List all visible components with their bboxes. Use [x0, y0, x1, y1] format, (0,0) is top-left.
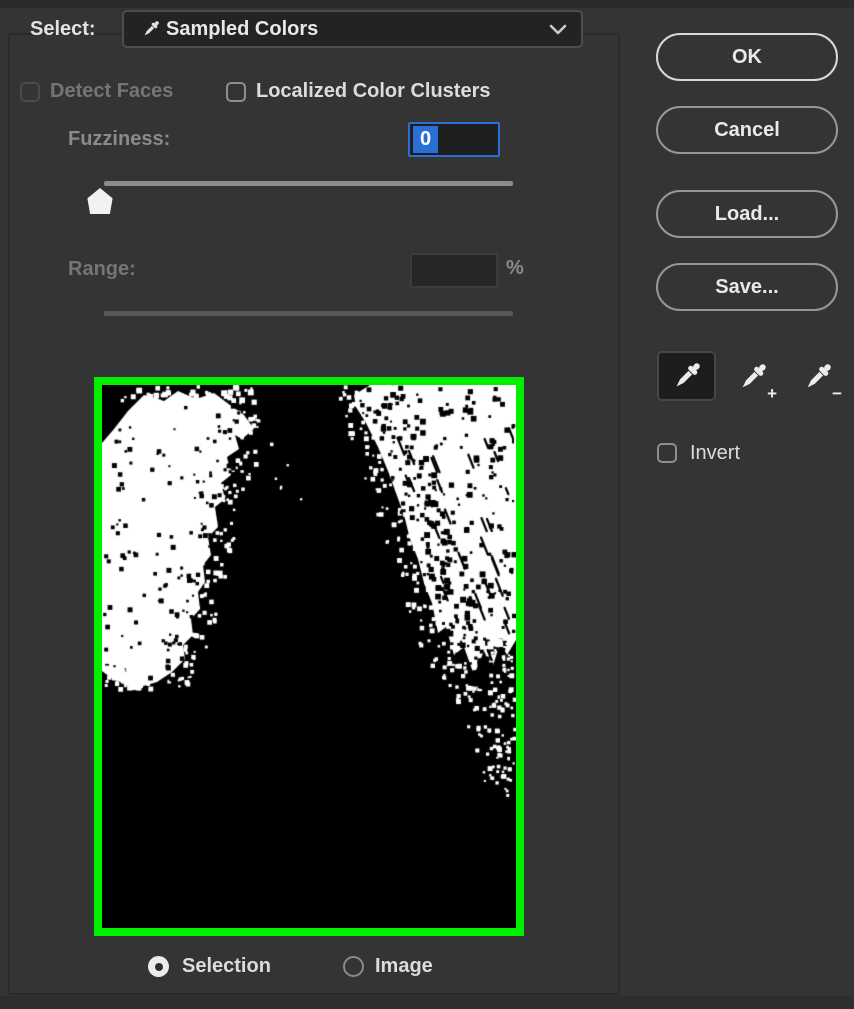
- selection-radio-label: Selection: [182, 955, 271, 977]
- selection-radio[interactable]: [148, 956, 169, 977]
- dialog-top-edge: [0, 0, 854, 8]
- select-dropdown[interactable]: Sampled Colors: [122, 10, 583, 48]
- eyedropper-tool-selected[interactable]: [657, 351, 716, 401]
- save-button[interactable]: Save...: [656, 263, 838, 311]
- color-range-dialog: Select: Sampled Colors Detect Faces Loca…: [0, 0, 854, 1009]
- range-unit-label: %: [506, 257, 524, 279]
- detect-faces-label: Detect Faces: [50, 80, 174, 102]
- range-input: [410, 253, 498, 288]
- plus-badge: +: [767, 384, 777, 403]
- cancel-button[interactable]: Cancel: [656, 106, 838, 154]
- localized-color-clusters-label: Localized Color Clusters: [256, 80, 491, 102]
- eyedropper-icon: [144, 21, 159, 36]
- image-radio-label: Image: [375, 955, 433, 977]
- range-slider-track: [104, 311, 513, 316]
- fuzziness-value-selected: 0: [413, 126, 439, 153]
- localized-color-clusters-checkbox[interactable]: [226, 82, 246, 102]
- select-dropdown-value: Sampled Colors: [166, 17, 319, 40]
- minus-badge: −: [832, 384, 842, 403]
- detect-faces-checkbox: [20, 82, 40, 102]
- eyedropper-plus-icon: [742, 364, 766, 388]
- ok-button[interactable]: OK: [656, 33, 838, 81]
- chevron-down-icon: [549, 24, 567, 35]
- subtract-from-sample-eyedropper[interactable]: −: [792, 356, 844, 402]
- fuzziness-input[interactable]: 0: [408, 122, 500, 157]
- fuzziness-label: Fuzziness:: [68, 128, 171, 150]
- dialog-bottom-edge: [0, 996, 854, 1009]
- radio-dot: [154, 962, 163, 971]
- add-to-sample-eyedropper[interactable]: +: [727, 356, 779, 402]
- eyedropper-minus-icon: [807, 364, 831, 388]
- invert-checkbox[interactable]: [657, 443, 677, 463]
- eyedropper-icon: [676, 363, 700, 387]
- range-label: Range:: [68, 258, 136, 280]
- load-button[interactable]: Load...: [656, 190, 838, 238]
- fuzziness-slider-track[interactable]: [104, 181, 513, 186]
- image-radio[interactable]: [343, 956, 364, 977]
- selection-preview-frame: [94, 377, 524, 936]
- selection-preview-canvas[interactable]: [102, 385, 516, 928]
- invert-label: Invert: [690, 442, 741, 464]
- select-label: Select:: [30, 18, 96, 40]
